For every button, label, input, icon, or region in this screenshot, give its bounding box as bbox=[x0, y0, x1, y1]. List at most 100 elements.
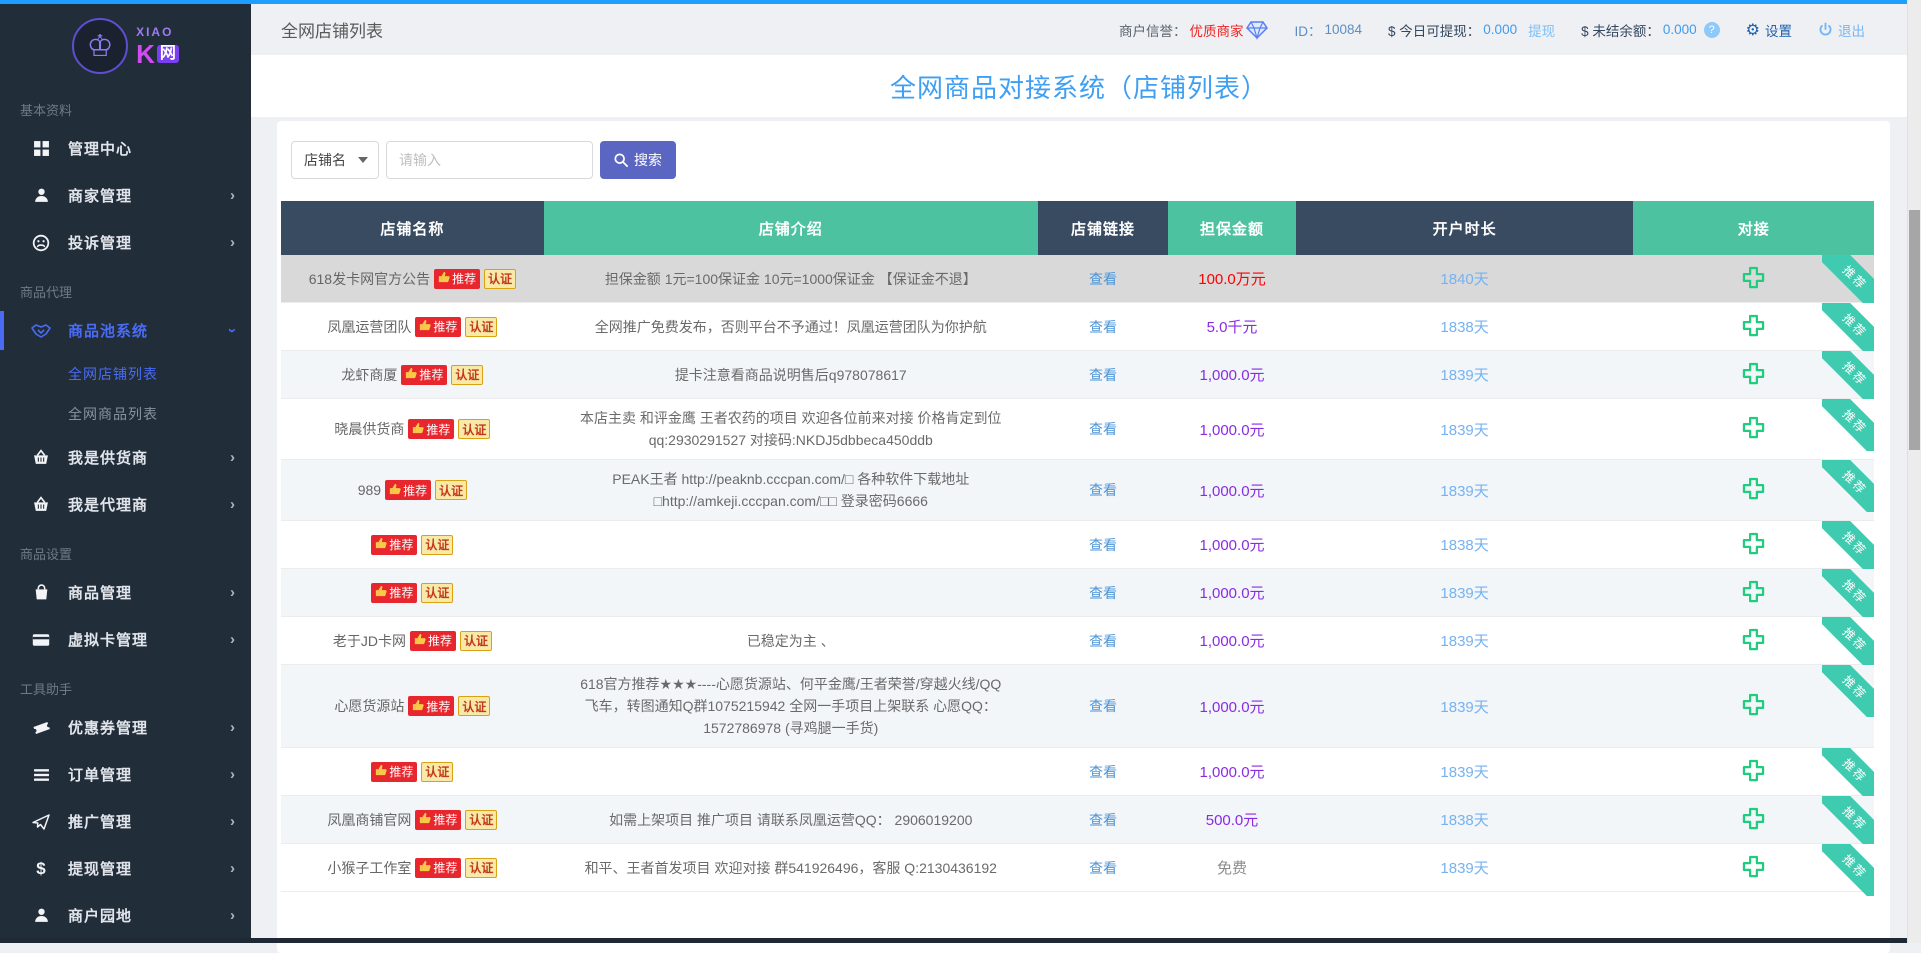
account-age: 1839天 bbox=[1440, 630, 1488, 651]
thumb-up-icon bbox=[438, 271, 450, 286]
connect-button[interactable] bbox=[1740, 757, 1767, 787]
sidebar-subitem[interactable]: 全网商品列表 bbox=[0, 394, 251, 434]
shop-link-cell: 查看 bbox=[1038, 303, 1169, 350]
guarantee-amount-cell: 1,000.0元 bbox=[1168, 399, 1295, 459]
column-header: 担保金额 bbox=[1168, 201, 1295, 255]
view-link[interactable]: 查看 bbox=[1089, 762, 1117, 782]
connect-plus-icon bbox=[1740, 805, 1767, 835]
view-link[interactable]: 查看 bbox=[1089, 317, 1117, 337]
connect-button[interactable] bbox=[1740, 853, 1767, 883]
sidebar-item[interactable]: 商品池系统› bbox=[0, 307, 251, 354]
vertical-scrollbar[interactable] bbox=[1907, 0, 1921, 943]
search-button[interactable]: 搜索 bbox=[600, 141, 676, 179]
chevron-right-icon: › bbox=[230, 449, 235, 466]
connect-cell bbox=[1633, 303, 1874, 350]
connect-plus-icon bbox=[1740, 757, 1767, 787]
certified-badge: 认证 bbox=[458, 696, 490, 716]
connect-button[interactable] bbox=[1740, 360, 1767, 390]
thumb-up-icon bbox=[419, 319, 431, 334]
shop-name-cell: 推荐认证 bbox=[281, 748, 544, 795]
sidebar-item-label: 管理中心 bbox=[68, 138, 132, 159]
thumb-up-icon bbox=[419, 860, 431, 875]
menu-section-label: 商品设置 bbox=[0, 528, 251, 569]
guarantee-amount: 1,000.0元 bbox=[1199, 419, 1264, 440]
shop-intro-cell: 已稳定为主 、 bbox=[544, 617, 1038, 664]
thumb-up-icon bbox=[419, 812, 431, 827]
connect-button[interactable] bbox=[1740, 312, 1767, 342]
table-row: 618发卡网官方公告推荐认证担保金额 1元=100保证金 10元=1000保证金… bbox=[281, 255, 1874, 303]
certified-badge: 认证 bbox=[421, 535, 453, 555]
chevron-down-icon bbox=[358, 157, 368, 163]
basket-icon bbox=[30, 496, 52, 513]
sidebar-item[interactable]: 我是供货商› bbox=[0, 434, 251, 481]
sidebar-item[interactable]: 管理中心 bbox=[0, 125, 251, 172]
sidebar-item-label: 推广管理 bbox=[68, 811, 132, 832]
view-link[interactable]: 查看 bbox=[1089, 810, 1117, 830]
sidebar-item[interactable]: 虚拟卡管理› bbox=[0, 616, 251, 663]
shop-link-cell: 查看 bbox=[1038, 460, 1169, 520]
view-link[interactable]: 查看 bbox=[1089, 269, 1117, 289]
connect-button[interactable] bbox=[1740, 626, 1767, 656]
connect-button[interactable] bbox=[1740, 691, 1767, 721]
view-link[interactable]: 查看 bbox=[1089, 480, 1117, 500]
search-field-select[interactable]: 店铺名 bbox=[291, 141, 379, 179]
sidebar-item[interactable]: 订单管理› bbox=[0, 751, 251, 798]
sidebar-subitem[interactable]: 全网店铺列表 bbox=[0, 354, 251, 394]
recommend-badge: 推荐 bbox=[410, 631, 456, 651]
search-input[interactable] bbox=[386, 141, 593, 179]
guarantee-amount: 1,000.0元 bbox=[1199, 364, 1264, 385]
certified-badge: 认证 bbox=[451, 365, 483, 385]
connect-button[interactable] bbox=[1740, 805, 1767, 835]
connect-button[interactable] bbox=[1740, 264, 1767, 294]
table-row: 小猴子工作室推荐认证和平、王者首发项目 欢迎对接 群541926496，客服 Q… bbox=[281, 844, 1874, 892]
view-link[interactable]: 查看 bbox=[1089, 858, 1117, 878]
shop-name: 凤凰商铺官网 bbox=[327, 810, 411, 830]
guarantee-amount-cell: 1,000.0元 bbox=[1168, 521, 1295, 568]
sidebar-item[interactable]: 投诉管理› bbox=[0, 219, 251, 266]
view-link[interactable]: 查看 bbox=[1089, 631, 1117, 651]
sidebar-item[interactable]: 我是代理商› bbox=[0, 481, 251, 528]
view-link[interactable]: 查看 bbox=[1089, 365, 1117, 385]
sidebar-item[interactable]: $提现管理› bbox=[0, 845, 251, 892]
connect-cell bbox=[1633, 255, 1874, 302]
shop-intro-cell bbox=[544, 748, 1038, 795]
sidebar-item[interactable]: 商品管理› bbox=[0, 569, 251, 616]
top-accent-strip bbox=[0, 0, 1921, 4]
logout-button[interactable]: 退出 bbox=[1818, 20, 1865, 40]
sidebar-item[interactable]: 商家管理› bbox=[0, 172, 251, 219]
connect-button[interactable] bbox=[1740, 530, 1767, 560]
withdraw-link[interactable]: 提现 bbox=[1528, 20, 1555, 40]
settings-button[interactable]: ⚙ 设置 bbox=[1746, 20, 1792, 40]
scrollbar-thumb[interactable] bbox=[1909, 210, 1920, 450]
sidebar-item-label: 我是代理商 bbox=[68, 494, 148, 515]
shop-link-cell: 查看 bbox=[1038, 748, 1169, 795]
sidebar-item[interactable]: 优惠券管理› bbox=[0, 704, 251, 751]
dollar-icon: $ bbox=[30, 859, 52, 879]
sidebar-item[interactable]: 商户园地› bbox=[0, 892, 251, 939]
connect-button[interactable] bbox=[1740, 475, 1767, 505]
connect-cell bbox=[1633, 351, 1874, 398]
view-link[interactable]: 查看 bbox=[1089, 419, 1117, 439]
id-value: 10084 bbox=[1324, 22, 1362, 37]
account-age-cell: 1839天 bbox=[1296, 460, 1634, 520]
user-icon bbox=[30, 907, 52, 924]
view-link[interactable]: 查看 bbox=[1089, 583, 1117, 603]
shop-name-cell: 618发卡网官方公告推荐认证 bbox=[281, 255, 544, 302]
table-row: 凤凰商铺官网推荐认证如需上架项目 推广项目 请联系凤凰运营QQ： 2906019… bbox=[281, 796, 1874, 844]
table-row: 推荐认证查看1,000.0元1839天推荐 bbox=[281, 748, 1874, 796]
account-age-cell: 1839天 bbox=[1296, 748, 1634, 795]
view-link[interactable]: 查看 bbox=[1089, 696, 1117, 716]
help-icon[interactable]: ? bbox=[1704, 22, 1720, 38]
shop-intro-cell: 如需上架项目 推广项目 请联系凤凰运营QQ： 2906019200 bbox=[544, 796, 1038, 843]
shop-name-cell: 老于JD卡网推荐认证 bbox=[281, 617, 544, 664]
view-link[interactable]: 查看 bbox=[1089, 535, 1117, 555]
recommend-badge: 推荐 bbox=[415, 858, 461, 878]
account-age: 1839天 bbox=[1440, 761, 1488, 782]
account-age: 1838天 bbox=[1440, 809, 1488, 830]
column-header: 店铺链接 bbox=[1038, 201, 1169, 255]
send-icon bbox=[30, 814, 52, 830]
table-row: 推荐认证查看1,000.0元1839天推荐 bbox=[281, 569, 1874, 617]
connect-button[interactable] bbox=[1740, 414, 1767, 444]
sidebar-item[interactable]: 推广管理› bbox=[0, 798, 251, 845]
connect-button[interactable] bbox=[1740, 578, 1767, 608]
